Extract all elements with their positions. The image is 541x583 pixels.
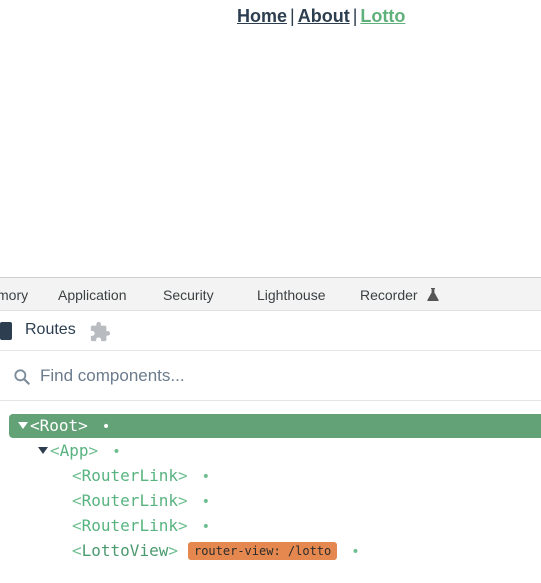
tag-close: > — [177, 466, 188, 485]
component-name: App — [59, 441, 89, 460]
tag-close: > — [168, 541, 178, 560]
component-name: LottoView — [81, 541, 169, 560]
tab-recorder-label: Recorder — [360, 287, 418, 303]
tag-close: > — [177, 491, 188, 510]
tag-close: > — [177, 516, 188, 535]
inspect-dot[interactable]: • — [351, 544, 359, 560]
app-nav: Home | About | Lotto — [0, 6, 541, 30]
tree-node-routerlink[interactable]: <RouterLink> • — [72, 464, 210, 488]
tag-close: > — [88, 441, 99, 460]
tag-open: < — [72, 516, 82, 535]
tree-node-root[interactable]: <Root> • — [9, 414, 541, 438]
tag-open: < — [72, 541, 82, 560]
component-name: RouterLink — [81, 516, 178, 535]
tab-security[interactable]: Security — [163, 287, 214, 303]
tab-recorder[interactable]: Recorder — [360, 287, 440, 304]
tree-node-routerlink[interactable]: <RouterLink> • — [72, 514, 210, 538]
tab-memory[interactable]: mory — [0, 287, 28, 303]
expand-arrow-icon[interactable] — [38, 446, 48, 454]
nav-link-lotto[interactable]: Lotto — [360, 6, 405, 26]
nav-link-about[interactable]: About — [298, 6, 350, 26]
component-name: RouterLink — [81, 466, 178, 485]
vue-toolbar: Routes — [0, 311, 541, 351]
search-icon — [12, 367, 32, 392]
tab-lighthouse[interactable]: Lighthouse — [257, 287, 326, 303]
component-search — [0, 351, 541, 401]
devtools-tab-bar: mory Application Security Lighthouse Rec… — [0, 277, 541, 311]
devtools-panel: mory Application Security Lighthouse Rec… — [0, 277, 541, 583]
tree-node-lottoview[interactable]: <LottoView> router-view: /lotto • — [72, 539, 360, 563]
inspect-dot[interactable]: • — [202, 519, 210, 535]
tree-node-app[interactable]: <App> • — [38, 439, 121, 463]
search-input[interactable] — [40, 363, 520, 389]
tag-open: < — [50, 441, 60, 460]
nav-link-home[interactable]: Home — [237, 6, 287, 26]
tag-open: < — [72, 466, 82, 485]
inspect-dot[interactable]: • — [202, 469, 210, 485]
component-name: RouterLink — [81, 491, 178, 510]
panel-toggle-icon[interactable] — [0, 322, 12, 340]
router-view-badge: router-view: /lotto — [187, 541, 338, 560]
inspect-dot[interactable]: • — [102, 419, 110, 435]
routes-title[interactable]: Routes — [25, 321, 76, 339]
component-name: Root — [39, 416, 79, 435]
inspect-dot[interactable]: • — [112, 444, 120, 460]
tree-node-routerlink[interactable]: <RouterLink> • — [72, 489, 210, 513]
nav-separator: | — [352, 6, 358, 26]
tag-open: < — [30, 416, 40, 435]
expand-arrow-icon[interactable] — [18, 421, 28, 429]
inspect-dot[interactable]: • — [202, 494, 210, 510]
tag-close: > — [78, 416, 88, 435]
tab-application[interactable]: Application — [58, 287, 127, 303]
nav-separator: | — [290, 6, 295, 26]
puzzle-icon[interactable] — [89, 321, 111, 348]
flask-icon — [427, 288, 440, 304]
tag-open: < — [72, 491, 82, 510]
